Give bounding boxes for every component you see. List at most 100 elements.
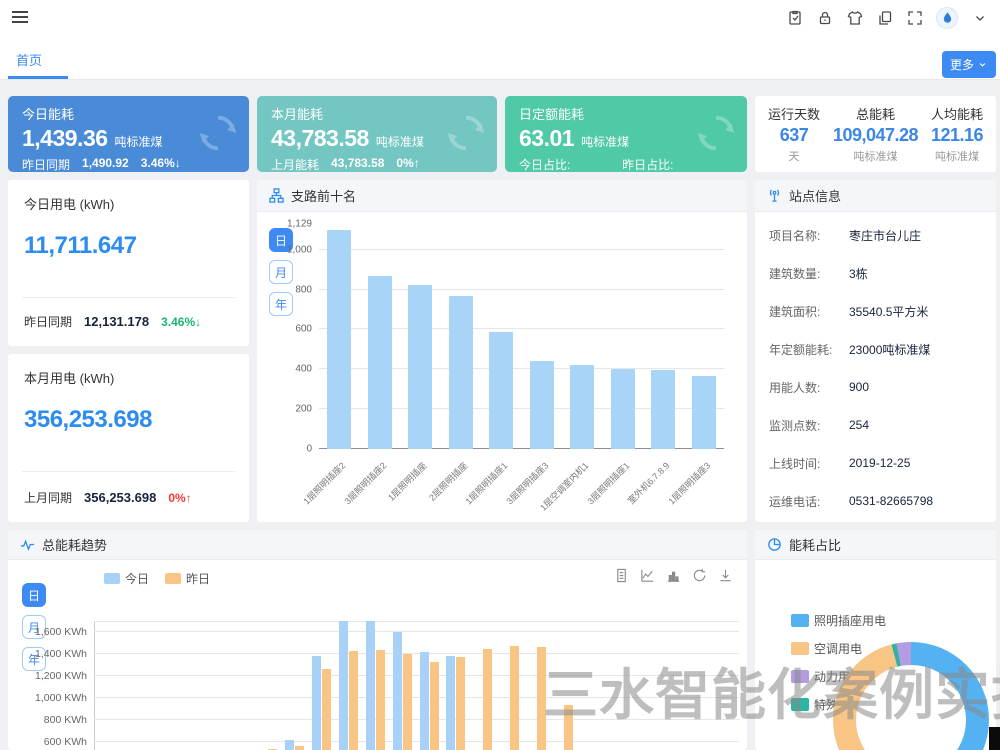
compare-value: 356,253.698 (84, 490, 156, 505)
site-info-row: 建筑面积:35540.5平方米 (755, 292, 996, 330)
legend-swatch (791, 614, 809, 627)
line-chart-toggle-icon[interactable] (640, 568, 655, 583)
trend-bar-昨日 (456, 657, 465, 750)
antenna-icon (767, 188, 782, 203)
compare-label: 昨日同期 (24, 313, 72, 330)
panel-title: 站点信息 (789, 186, 841, 205)
trend-bar-今日 (339, 621, 348, 750)
kpi-value: 1,439.36 (22, 125, 108, 152)
overview-stats-card: 运行天数 637 天 总能耗 109,047.28 吨标准煤 人均能耗 121.… (755, 96, 996, 172)
kpi-card-daily-quota-energy: 日定额能耗 63.01 吨标准煤 今日占比: 2,284.2% 昨日占比: 2,… (505, 96, 747, 172)
panel-title: 本月用电 (kWh) (24, 368, 114, 387)
more-button[interactable]: 更多 (942, 51, 996, 78)
trend-bar-昨日 (376, 650, 385, 750)
branch-top10-panel: 支路前十名 日月年 02004006008001,0001,1291层照明插座2… (257, 180, 747, 522)
kpi-sub-label: 昨日同期 (22, 156, 70, 172)
site-info-row: 上线时间:2019-12-25 (755, 444, 996, 482)
branch-bar (489, 332, 513, 449)
electricity-value: 11,711.647 (24, 232, 136, 260)
trend-chart-plot: 400 KWh600 KWh800 KWh1,000 KWh1,200 KWh1… (94, 621, 739, 750)
top-bar (0, 0, 1000, 36)
branch-bar (692, 376, 716, 449)
period-button-月[interactable]: 月 (269, 260, 293, 284)
today-electricity-panel: 今日用电 (kWh) 11,711.647 昨日同期 12,131.178 3.… (8, 180, 249, 346)
tab-bar: 首页 更多 (0, 36, 1000, 80)
menu-toggle-icon[interactable] (12, 11, 28, 25)
user-avatar-water-drop[interactable] (936, 7, 958, 29)
branch-period-buttons: 日月年 (269, 228, 293, 316)
trend-bar-昨日 (537, 647, 546, 750)
user-menu-chevron-down-icon[interactable] (971, 10, 988, 27)
kpi-value: 63.01 (519, 125, 574, 152)
kpi-sub-label: 今日占比: (519, 158, 570, 172)
legend-swatch (791, 698, 809, 711)
legend-swatch (791, 642, 809, 655)
legend-swatch (165, 573, 181, 584)
save-image-download-icon[interactable] (718, 568, 733, 583)
panel-title: 总能耗趋势 (42, 535, 107, 554)
trend-bar-今日 (285, 740, 294, 750)
data-view-icon[interactable] (614, 568, 629, 583)
trend-bar-今日 (393, 632, 402, 750)
site-info-row: 监测点数:254 (755, 406, 996, 444)
lock-icon[interactable] (816, 10, 833, 27)
trend-bar-昨日 (322, 669, 331, 750)
trend-bar-昨日 (349, 651, 358, 750)
trend-bar-今日 (446, 656, 455, 750)
branch-bar (651, 370, 675, 449)
pie-chart-icon (767, 537, 782, 552)
energy-share-panel: 能耗占比 照明插座用电空调用电动力用电特殊用电 (755, 530, 996, 750)
activity-pulse-icon (20, 537, 35, 552)
refresh-cycle-icon (195, 110, 241, 156)
kpi-sub-label: 上月能耗 (271, 156, 319, 172)
stat-per-capita-energy: 人均能耗 121.16 吨标准煤 (918, 96, 996, 172)
branch-bar (570, 365, 594, 449)
branch-bar (611, 369, 635, 449)
site-info-row: 运维电话:0531-82665798 (755, 482, 996, 520)
compare-change: 3.46%↓ (161, 315, 201, 329)
period-button-日[interactable]: 日 (22, 583, 46, 607)
legend-swatch (104, 573, 120, 584)
restore-refresh-icon[interactable] (692, 568, 707, 583)
stat-running-days: 运行天数 637 天 (755, 96, 833, 172)
site-info-panel: 站点信息 项目名称:枣庄市台儿庄建筑数量:3栋建筑面积:35540.5平方米年定… (755, 180, 996, 522)
branch-bar (449, 296, 473, 449)
compare-change: 0%↑ (168, 491, 191, 505)
tab-home-active-underline (8, 76, 68, 79)
trend-bar-今日 (420, 652, 429, 750)
site-info-rows: 项目名称:枣庄市台儿庄建筑数量:3栋建筑面积:35540.5平方米年定额能耗:2… (755, 212, 996, 520)
kpi-sub-label2: 昨日占比: (622, 158, 673, 172)
panel-title: 支路前十名 (291, 186, 356, 205)
stat-total-energy: 总能耗 109,047.28 吨标准煤 (833, 96, 918, 172)
audit-log-icon[interactable] (786, 10, 803, 27)
energy-trend-panel: 总能耗趋势 今日昨日 日月年 400 KWh600 KWh800 KWh1,00… (8, 530, 747, 750)
copy-pages-icon[interactable] (876, 10, 893, 27)
legend-item[interactable]: 今日 (104, 570, 149, 587)
theme-skin-icon[interactable] (846, 10, 863, 27)
branch-bar (530, 361, 554, 449)
legend-item[interactable]: 照明插座用电 (791, 612, 886, 629)
trend-bar-昨日 (403, 654, 412, 750)
kpi-sub-change: 0%↑ (396, 156, 419, 172)
period-button-年[interactable]: 年 (269, 292, 293, 316)
trend-bar-昨日 (430, 662, 439, 750)
compare-value: 12,131.178 (84, 314, 149, 329)
trend-bar-昨日 (510, 646, 519, 750)
bar-chart-toggle-icon[interactable] (666, 568, 681, 583)
site-info-row: 用能人数:900 (755, 368, 996, 406)
kpi-value: 43,783.58 (271, 125, 369, 152)
panel-title: 今日用电 (kWh) (24, 194, 114, 213)
kpi-unit: 吨标准煤 (115, 133, 163, 150)
site-info-row: 年定额能耗:23000吨标准煤 (755, 330, 996, 368)
legend-item[interactable]: 昨日 (165, 570, 210, 587)
tab-home[interactable]: 首页 (16, 50, 42, 69)
fullscreen-icon[interactable] (906, 10, 923, 27)
kpi-unit: 吨标准煤 (376, 133, 424, 150)
trend-legend: 今日昨日 (104, 570, 210, 587)
branch-chart-plot: 02004006008001,0001,1291层照明插座23层照明插座21层照… (319, 224, 724, 449)
kpi-card-today-energy: 今日能耗 1,439.36 吨标准煤 昨日同期 1,490.92 3.46%↓ (8, 96, 249, 172)
divider (22, 471, 235, 472)
compare-label: 上月同期 (24, 489, 72, 506)
org-chart-icon (269, 188, 284, 203)
kpi-card-month-energy: 本月能耗 43,783.58 吨标准煤 上月能耗 43,783.58 0%↑ (257, 96, 497, 172)
